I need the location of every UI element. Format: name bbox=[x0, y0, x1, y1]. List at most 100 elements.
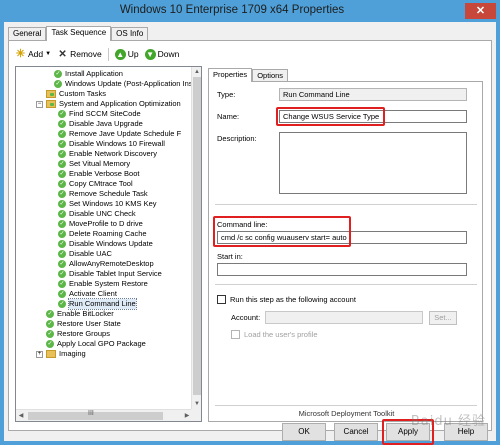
folder-icon bbox=[46, 90, 56, 98]
properties-panel: Type: Run Command Line Name: Change WSUS… bbox=[208, 81, 483, 422]
success-check-icon: ✓ bbox=[58, 180, 66, 188]
tree-item[interactable]: ✓ Disable Tablet Input Service bbox=[58, 269, 162, 279]
success-check-icon: ✓ bbox=[54, 80, 62, 88]
folder-icon bbox=[46, 350, 56, 358]
scroll-up-icon[interactable]: ▲ bbox=[192, 67, 201, 77]
task-sequence-tree[interactable]: ✓ Install Application ✓ Windows Update (Po… bbox=[15, 66, 202, 422]
scroll-thumb[interactable] bbox=[193, 77, 201, 395]
dialog-client: General Task Sequence OS Info ✳ Add ▼ ✕ … bbox=[4, 22, 496, 445]
title-bar: Windows 10 Enterprise 1709 x64 Propertie… bbox=[0, 0, 500, 22]
add-label: Add bbox=[28, 49, 44, 59]
tree-item[interactable]: ✓ Find SCCM SiteCode bbox=[58, 109, 141, 119]
success-check-icon: ✓ bbox=[46, 310, 54, 318]
run-as-label: Run this step as the following account bbox=[230, 295, 356, 304]
properties-tabs: Properties Options bbox=[208, 68, 289, 82]
tree-item[interactable]: ✓ Remove Jave Update Schedule F bbox=[58, 129, 181, 139]
tree-horizontal-scrollbar[interactable]: ◀ III ▶ bbox=[16, 409, 192, 421]
sparkle-icon: ✳ bbox=[15, 47, 26, 60]
dialog-tabs: General Task Sequence OS Info bbox=[8, 26, 149, 41]
success-check-icon: ✓ bbox=[58, 130, 66, 138]
tab-options[interactable]: Options bbox=[252, 69, 289, 81]
add-button[interactable]: ✳ Add ▼ bbox=[15, 47, 51, 60]
divider bbox=[215, 405, 477, 406]
tree-group[interactable]: Custom Tasks bbox=[46, 89, 106, 99]
remove-label: Remove bbox=[70, 49, 102, 59]
tree-item[interactable]: ✓ Apply Local GPO Package bbox=[46, 339, 146, 349]
load-profile-label: Load the user's profile bbox=[244, 330, 318, 339]
tree-group[interactable]: − System and Application Optimization bbox=[36, 99, 181, 109]
success-check-icon: ✓ bbox=[58, 240, 66, 248]
tree-item[interactable]: ✓ Windows Update (Post-Application Ins bbox=[54, 79, 192, 89]
tree-group[interactable]: + Imaging bbox=[36, 349, 86, 359]
tree-item[interactable]: ✓ Enable Network Discovery bbox=[58, 149, 157, 159]
expand-icon[interactable]: + bbox=[36, 350, 43, 358]
success-check-icon: ✓ bbox=[46, 320, 54, 328]
success-check-icon: ✓ bbox=[58, 210, 66, 218]
close-button[interactable]: ✕ bbox=[465, 3, 496, 19]
success-check-icon: ✓ bbox=[54, 70, 62, 78]
scroll-down-icon[interactable]: ▼ bbox=[192, 399, 201, 409]
up-button[interactable]: ▲ Up bbox=[114, 48, 139, 60]
tree-item[interactable]: ✓ Enable Verbose Boot bbox=[58, 169, 139, 179]
success-check-icon: ✓ bbox=[58, 200, 66, 208]
name-highlight bbox=[276, 107, 385, 126]
tree-item[interactable]: ✓ Install Application bbox=[54, 69, 123, 79]
tree-item[interactable]: ✓ Disable Windows 10 Firewall bbox=[58, 139, 165, 149]
tree-item[interactable]: ✓ Activate Client bbox=[58, 289, 117, 299]
tab-general[interactable]: General bbox=[8, 27, 47, 40]
divider bbox=[215, 204, 477, 205]
set-button[interactable]: Set... bbox=[429, 311, 457, 325]
tree-item[interactable]: ✓ Remove Schedule Task bbox=[58, 189, 148, 199]
down-button[interactable]: ▼ Down bbox=[144, 48, 179, 60]
arrow-up-icon: ▲ bbox=[114, 48, 126, 60]
tab-os-info[interactable]: OS Info bbox=[111, 27, 149, 40]
tree-item[interactable]: ✓ Enable BitLocker bbox=[46, 309, 114, 319]
scroll-left-icon[interactable]: ◀ bbox=[16, 410, 26, 421]
tree-item[interactable]: ✓ Delete Roaming Cache bbox=[58, 229, 147, 239]
remove-button[interactable]: ✕ Remove bbox=[57, 49, 102, 60]
tree-item[interactable]: ✓ Copy CMtrace Tool bbox=[58, 179, 133, 189]
type-label: Type: bbox=[217, 90, 236, 99]
success-check-icon: ✓ bbox=[58, 110, 66, 118]
collapse-icon[interactable]: − bbox=[36, 100, 43, 108]
tree-item[interactable]: ✓ Disable UAC bbox=[58, 249, 112, 259]
success-check-icon: ✓ bbox=[58, 260, 66, 268]
tree-item[interactable]: ✓ Restore Groups bbox=[46, 329, 110, 339]
tree-item[interactable]: ✓ Disable Windows Update bbox=[58, 239, 153, 249]
tree-vertical-scrollbar[interactable]: ▲ ▼ bbox=[191, 67, 201, 409]
cancel-button[interactable]: Cancel bbox=[334, 423, 378, 441]
success-check-icon: ✓ bbox=[58, 300, 66, 308]
success-check-icon: ✓ bbox=[58, 160, 66, 168]
tree-item[interactable]: ✓ Set Windows 10 KMS Key bbox=[58, 199, 157, 209]
tree-item[interactable]: ✓ Enable System Restore bbox=[58, 279, 148, 289]
ok-button[interactable]: OK bbox=[282, 423, 326, 441]
success-check-icon: ✓ bbox=[58, 230, 66, 238]
watermark: Baidu 经验 bbox=[410, 414, 486, 429]
toolbar: ✳ Add ▼ ✕ Remove ▲ Up ▼ Down bbox=[15, 46, 179, 62]
arrow-down-icon: ▼ bbox=[144, 48, 156, 60]
name-label: Name: bbox=[217, 112, 240, 121]
description-textarea[interactable] bbox=[279, 132, 467, 194]
tree-item[interactable]: ✓ Disable UNC Check bbox=[58, 209, 136, 219]
success-check-icon: ✓ bbox=[58, 270, 66, 278]
step-properties: Properties Options Type: Run Command Lin… bbox=[208, 68, 483, 422]
success-check-icon: ✓ bbox=[46, 340, 54, 348]
tree-item[interactable]: ✓ MoveProfile to D drive bbox=[58, 219, 143, 229]
tree-viewport: ✓ Install Application ✓ Windows Update (Po… bbox=[16, 67, 192, 409]
run-as-checkbox[interactable] bbox=[217, 295, 226, 304]
tab-properties[interactable]: Properties bbox=[208, 68, 253, 82]
tree-item-selected[interactable]: ✓ Run Command Line bbox=[58, 298, 137, 310]
toolbar-separator bbox=[107, 47, 109, 61]
tree-item[interactable]: ✓ AllowAnyRemoteDesktop bbox=[58, 259, 154, 269]
load-profile-checkbox[interactable] bbox=[231, 330, 240, 339]
folder-icon bbox=[46, 100, 56, 108]
description-label: Description: bbox=[217, 134, 257, 143]
properties-window: Windows 10 Enterprise 1709 x64 Propertie… bbox=[0, 0, 500, 445]
tree-item[interactable]: ✓ Restore User State bbox=[46, 319, 121, 329]
tree-item[interactable]: ✓ Set Vitual Memory bbox=[58, 159, 130, 169]
start-in-field[interactable] bbox=[217, 263, 467, 276]
scroll-corner bbox=[191, 409, 201, 421]
tree-item[interactable]: ✓ Disable Java Upgrade bbox=[58, 119, 143, 129]
tab-task-sequence[interactable]: Task Sequence bbox=[46, 26, 112, 41]
scroll-thumb[interactable]: III bbox=[28, 410, 163, 420]
